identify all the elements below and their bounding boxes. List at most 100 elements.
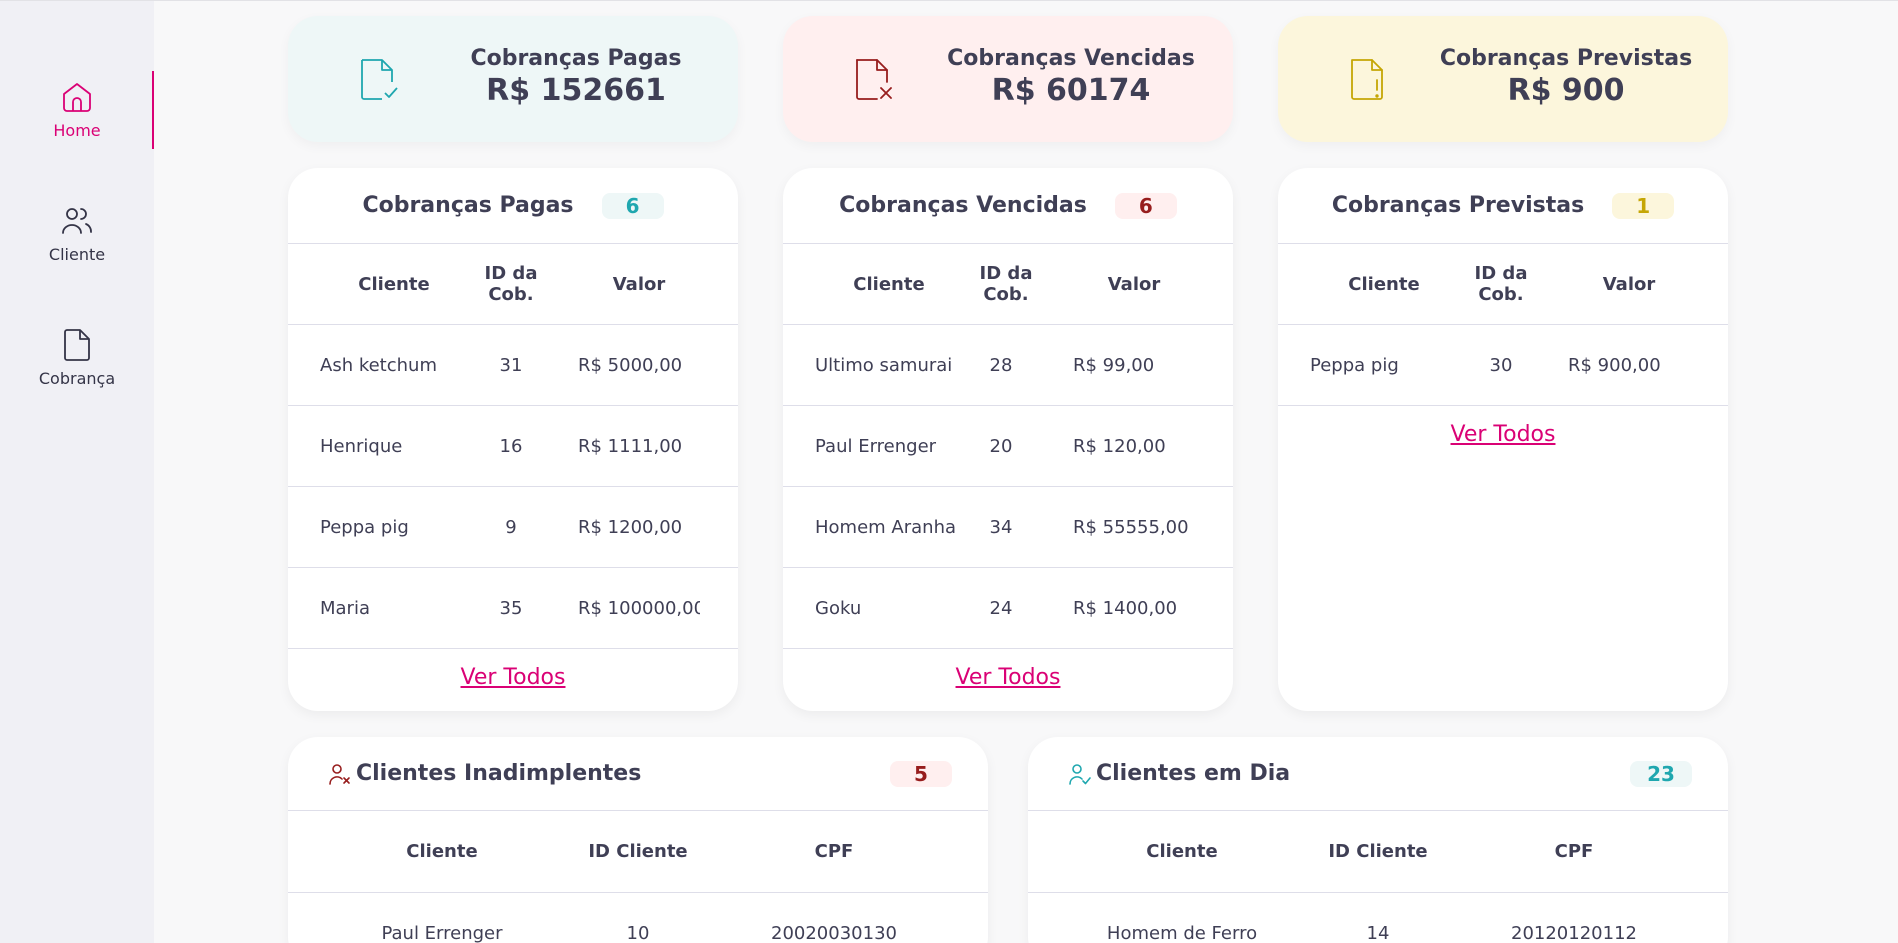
cell-cliente: Peppa pig [320, 516, 409, 538]
column-header: CPF [1554, 841, 1594, 862]
cell-valor: R$ 1400,00 [1073, 597, 1178, 619]
table-header-row: Cliente ID Cliente CPF [288, 811, 988, 893]
cell-id: 10 [626, 923, 650, 943]
column-header: ID da Cob. [1474, 263, 1528, 305]
table-row[interactable]: Paul Errenger 10 20020030130 [288, 893, 988, 943]
cell-id: 34 [989, 516, 1013, 538]
user-x-icon [329, 763, 350, 785]
summary-card-overdue: Cobranças Vencidas R$ 60174 [783, 16, 1233, 142]
sidebar-item-label: Cobrança [38, 369, 116, 388]
sidebar-item-cliente[interactable]: Cliente [0, 203, 154, 264]
column-header: ID da Cob. [979, 263, 1033, 305]
column-header: ID Cliente [588, 841, 688, 862]
card-header: Cobranças Vencidas 6 [783, 168, 1233, 244]
summary-card-forecast: Cobranças Previstas R$ 900 [1278, 16, 1728, 142]
top-border [0, 0, 1898, 1]
cell-cliente: Homem Aranha [815, 516, 957, 538]
cell-valor: R$ 99,00 [1073, 354, 1155, 376]
cell-valor: R$ 5000,00 [578, 354, 683, 376]
cell-id: 31 [499, 354, 523, 376]
document-alert-icon [1351, 59, 1383, 100]
summary-value: R$ 152661 [486, 73, 666, 108]
sidebar: Home Cliente Cobrança [0, 1, 154, 943]
column-header: Valor [1602, 273, 1656, 295]
sidebar-item-label: Home [53, 121, 101, 140]
card-title: Cobranças Vencidas [839, 193, 1087, 218]
column-header: ID Cliente [1328, 841, 1428, 862]
cell-id: 24 [989, 597, 1013, 619]
cell-valor: R$ 100000,00 [578, 597, 700, 619]
cell-cliente: Paul Errenger [381, 923, 503, 943]
card-header: Clientes em Dia 23 [1028, 737, 1728, 811]
cell-id: 9 [505, 516, 517, 538]
table-header-row: Cliente ID da Cob. Valor [783, 244, 1233, 325]
table-row[interactable]: Goku 24 R$ 1400,00 [783, 568, 1233, 649]
column-header: Cliente [1348, 273, 1420, 295]
cell-valor: R$ 120,00 [1073, 435, 1166, 457]
summary-value: R$ 900 [1507, 73, 1625, 108]
table-row[interactable]: Paul Errenger 20 R$ 120,00 [783, 406, 1233, 487]
table-row[interactable]: Peppa pig 30 R$ 900,00 [1278, 325, 1728, 406]
user-check-icon [1069, 763, 1091, 785]
clients-card-uptodate: Clientes em Dia 23 Cliente ID Cliente CP… [1028, 737, 1728, 943]
cell-id: 14 [1366, 923, 1390, 943]
count-badge: 1 [1612, 192, 1675, 219]
cell-valor: R$ 55555,00 [1073, 516, 1189, 538]
column-header: Cliente [853, 273, 925, 295]
ver-todos-link[interactable]: Ver Todos [1278, 422, 1728, 447]
clients-card-defaulting: Clientes Inadimplentes 5 Cliente ID Clie… [288, 737, 988, 943]
cell-cpf: 20020030130 [771, 923, 897, 943]
cell-id: 16 [499, 435, 523, 457]
table-header-row: Cliente ID Cliente CPF [1028, 811, 1728, 893]
table-row[interactable]: Ultimo samurai 28 R$ 99,00 [783, 325, 1233, 406]
cell-id: 20 [989, 435, 1013, 457]
table-card-paid: Cobranças Pagas 6 Cliente ID da Cob. Val… [288, 168, 738, 711]
table-row[interactable]: Henrique 16 R$ 1111,00 [288, 406, 738, 487]
card-title: Cobranças Pagas [362, 193, 574, 218]
table-row[interactable]: Ash ketchum 31 R$ 5000,00 [288, 325, 738, 406]
ver-todos-link[interactable]: Ver Todos [783, 665, 1233, 690]
document-x-icon [856, 59, 892, 100]
column-header: Valor [1107, 273, 1161, 295]
summary-title: Cobranças Pagas [470, 46, 682, 71]
card-title: Clientes em Dia [1096, 761, 1291, 786]
table-row[interactable]: Maria 35 R$ 100000,00 [288, 568, 738, 649]
card-header: Cobranças Previstas 1 [1278, 168, 1728, 244]
cell-valor: R$ 900,00 [1568, 354, 1661, 376]
column-header: Cliente [358, 273, 430, 295]
table-row[interactable]: Homem de Ferro 14 20120120112 [1028, 893, 1728, 943]
summary-card-paid: Cobranças Pagas R$ 152661 [288, 16, 738, 142]
table-card-overdue: Cobranças Vencidas 6 Cliente ID da Cob. … [783, 168, 1233, 711]
ver-todos-link[interactable]: Ver Todos [288, 665, 738, 690]
summary-value: R$ 60174 [991, 73, 1151, 108]
column-header: CPF [814, 841, 854, 862]
summary-title: Cobranças Vencidas [947, 46, 1195, 71]
column-header: ID da Cob. [484, 263, 538, 305]
active-indicator [152, 71, 154, 149]
cell-cliente: Goku [815, 597, 862, 619]
sidebar-item-home[interactable]: Home [0, 79, 154, 140]
cell-id: 30 [1489, 354, 1513, 376]
cell-cliente: Homem de Ferro [1106, 923, 1258, 943]
table-row[interactable]: Homem Aranha 34 R$ 55555,00 [783, 487, 1233, 568]
sidebar-item-label: Cliente [48, 245, 106, 264]
cell-cpf: 20120120112 [1511, 923, 1637, 943]
table-row[interactable]: Peppa pig 9 R$ 1200,00 [288, 487, 738, 568]
count-badge: 6 [601, 192, 664, 219]
card-title: Clientes Inadimplentes [356, 761, 642, 786]
table-header-row: Cliente ID da Cob. Valor [1278, 244, 1728, 325]
cell-id: 35 [499, 597, 523, 619]
cell-cliente: Paul Errenger [815, 435, 937, 457]
cell-id: 28 [989, 354, 1013, 376]
cell-valor: R$ 1200,00 [578, 516, 683, 538]
table-header-row: Cliente ID da Cob. Valor [288, 244, 738, 325]
card-header: Cobranças Pagas 6 [288, 168, 738, 244]
count-badge: 6 [1114, 192, 1177, 219]
sidebar-item-cobranca[interactable]: Cobrança [0, 327, 154, 388]
column-header: Cliente [406, 841, 478, 862]
cell-cliente: Peppa pig [1310, 354, 1399, 376]
cell-cliente: Ultimo samurai [815, 354, 953, 376]
cell-cliente: Ash ketchum [320, 354, 437, 376]
users-icon [62, 208, 92, 234]
document-check-icon [361, 59, 398, 100]
